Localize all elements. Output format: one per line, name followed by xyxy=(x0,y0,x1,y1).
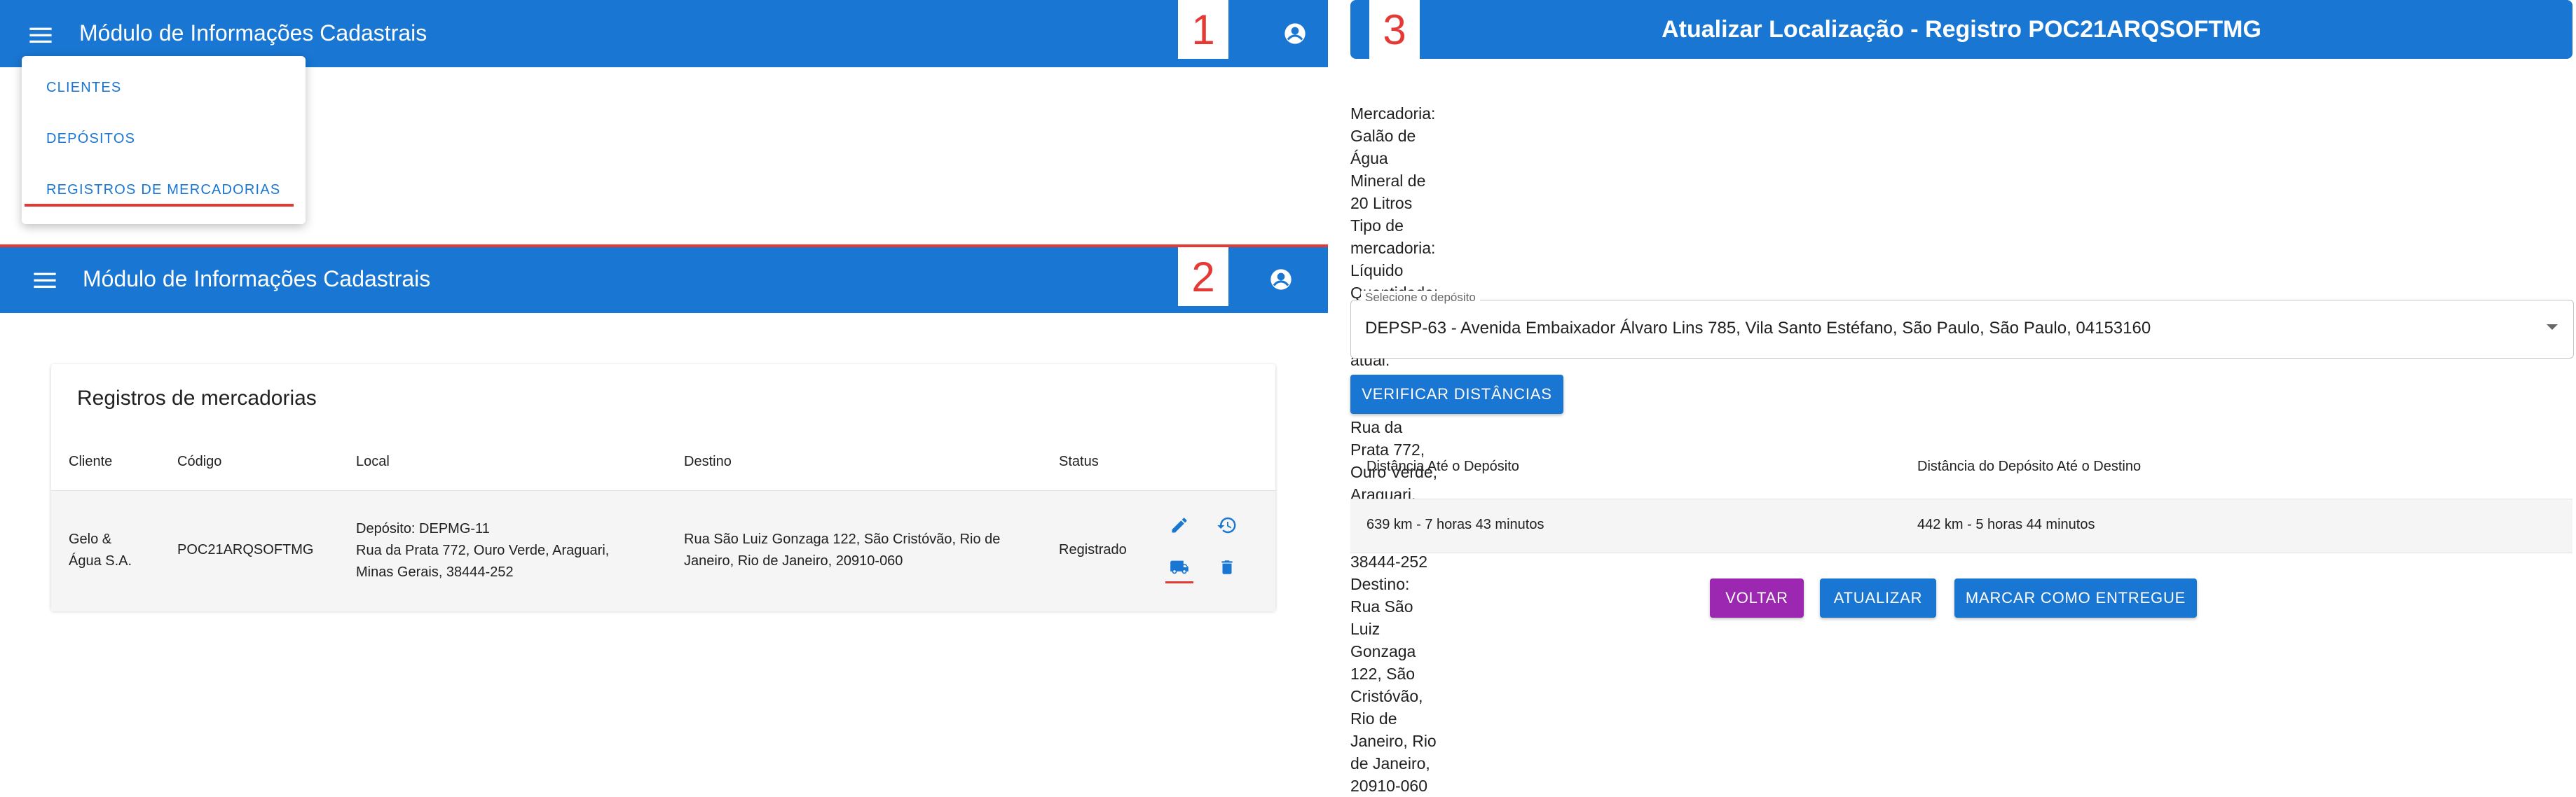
hamburger-menu-icon[interactable] xyxy=(25,20,56,50)
update-button[interactable]: ATUALIZAR xyxy=(1820,578,1936,618)
step-badge-1: 1 xyxy=(1178,0,1228,59)
deposit-select-value: DEPSP-63 - Avenida Embaixador Álvaro Lin… xyxy=(1365,319,2151,338)
app-title: Módulo de Informações Cadastrais xyxy=(79,20,427,46)
value-distance-deposit-to-destination: 442 km - 5 horas 44 minutos xyxy=(1917,517,2095,532)
history-icon[interactable] xyxy=(1214,513,1240,538)
mark-delivered-button[interactable]: MARCAR COMO ENTREGUE xyxy=(1954,578,2197,618)
step-badge-3: 3 xyxy=(1369,0,1420,59)
navigation-menu: CLIENTES DEPÓSITOS REGISTROS DE MERCADOR… xyxy=(22,56,306,224)
header-distance-to-deposit: Distância Até o Depósito xyxy=(1366,459,1519,474)
card-title: Registros de mercadorias xyxy=(77,387,317,410)
truck-highlight-underline xyxy=(1165,581,1193,583)
header-distance-deposit-to-destination: Distância do Depósito Até o Destino xyxy=(1917,459,2142,474)
dropdown-arrow-icon xyxy=(2547,324,2558,330)
menu-item-registros-de-mercadorias[interactable]: REGISTROS DE MERCADORIAS xyxy=(46,182,280,198)
menu-item-depositos[interactable]: DEPÓSITOS xyxy=(46,131,135,147)
cell-destino: Rua São Luiz Gonzaga 122, São Cristóvão,… xyxy=(684,532,1001,569)
app-title: Módulo de Informações Cadastrais xyxy=(83,266,431,291)
update-location-header: Atualizar Localização - Registro POC21AR… xyxy=(1350,0,2572,59)
menu-item-clientes[interactable]: CLIENTES xyxy=(46,80,121,96)
column-header-status: Status xyxy=(1059,454,1099,469)
cell-cliente: Gelo & Água S.A. xyxy=(69,532,132,569)
cell-codigo: POC21ARQSOFTMG xyxy=(177,542,314,557)
column-header-destino: Destino xyxy=(684,454,732,469)
records-card: Registros de mercadorias Cliente Código … xyxy=(51,364,1275,611)
cell-status: Registrado xyxy=(1059,542,1127,557)
app-bar: Módulo de Informações Cadastrais 2 xyxy=(0,247,1328,313)
step-badge-2: 2 xyxy=(1178,247,1228,306)
column-header-local: Local xyxy=(356,454,390,469)
edit-icon[interactable] xyxy=(1167,513,1192,538)
back-button[interactable]: VOLTAR xyxy=(1710,578,1804,618)
account-circle-icon[interactable] xyxy=(1281,20,1309,48)
highlight-underline xyxy=(25,204,294,207)
delete-icon[interactable] xyxy=(1214,555,1240,580)
column-header-cliente: Cliente xyxy=(69,454,113,469)
deposit-select[interactable]: Selecione o depósito DEPSP-63 - Avenida … xyxy=(1350,291,2574,359)
truck-icon[interactable] xyxy=(1167,555,1192,580)
deposit-select-label: Selecione o depósito xyxy=(1361,291,1480,305)
page-title: Atualizar Localização - Registro POC21AR… xyxy=(1662,16,2261,43)
column-header-codigo: Código xyxy=(177,454,222,469)
value-distance-to-deposit: 639 km - 7 horas 43 minutos xyxy=(1366,517,1544,532)
merchandise-info: Mercadoria: Galão de Água Mineral de 20 … xyxy=(1350,104,1438,795)
hamburger-menu-icon[interactable] xyxy=(29,265,60,296)
account-circle-icon[interactable] xyxy=(1267,265,1295,293)
cell-local: Depósito: DEPMG-11 Rua da Prata 772, Our… xyxy=(356,521,610,580)
verify-distances-button[interactable]: VERIFICAR DISTÂNCIAS xyxy=(1350,375,1563,414)
